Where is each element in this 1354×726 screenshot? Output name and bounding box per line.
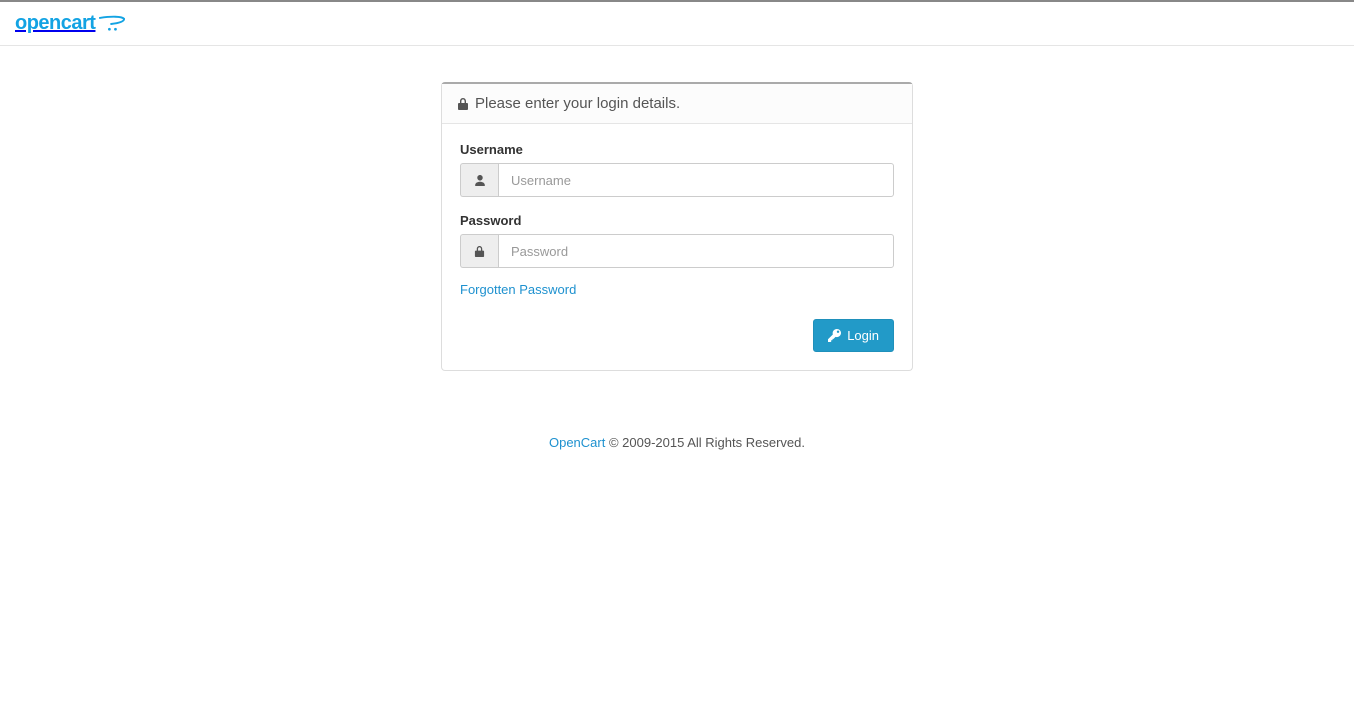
panel-body: Username Password (442, 124, 912, 370)
user-icon (460, 163, 498, 197)
key-icon (828, 329, 841, 342)
button-row: Login (460, 319, 894, 352)
footer-copyright: © 2009-2015 All Rights Reserved. (605, 435, 805, 450)
panel-heading-text: Please enter your login details. (475, 95, 680, 112)
password-label: Password (460, 213, 894, 228)
brand-logo[interactable]: opencart (15, 12, 125, 35)
footer: OpenCart © 2009-2015 All Rights Reserved… (0, 435, 1354, 450)
lock-icon (457, 97, 469, 111)
main-content: Please enter your login details. Usernam… (0, 46, 1354, 371)
login-button[interactable]: Login (813, 319, 894, 352)
lock-small-icon (460, 234, 498, 268)
password-group: Password Forgotten Password (460, 213, 894, 297)
password-input[interactable] (498, 234, 894, 268)
password-input-group (460, 234, 894, 268)
panel-heading: Please enter your login details. (442, 84, 912, 124)
username-group: Username (460, 142, 894, 197)
username-input-group (460, 163, 894, 197)
brand-text: opencart (15, 12, 95, 35)
forgotten-password-link[interactable]: Forgotten Password (460, 282, 576, 297)
username-label: Username (460, 142, 894, 157)
login-panel: Please enter your login details. Usernam… (441, 82, 913, 371)
username-input[interactable] (498, 163, 894, 197)
footer-link[interactable]: OpenCart (549, 435, 605, 450)
app-header: opencart (0, 2, 1354, 46)
login-button-label: Login (847, 328, 879, 343)
cart-icon (99, 15, 125, 33)
